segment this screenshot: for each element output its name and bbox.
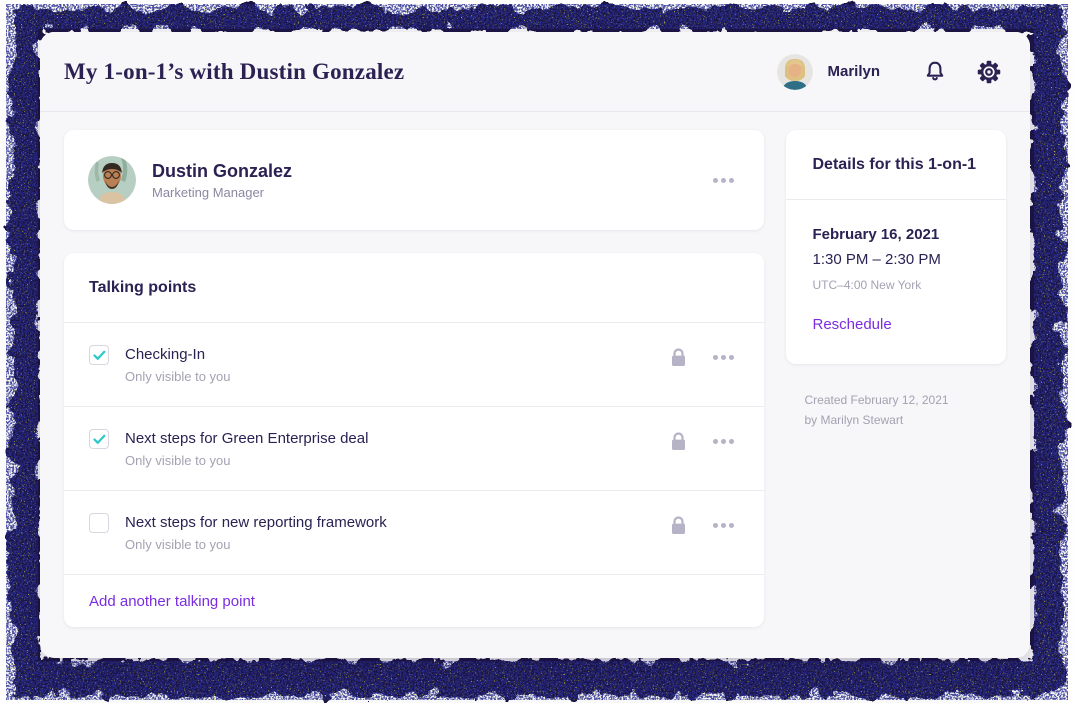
talking-point-label: Next steps for new reporting framework	[125, 513, 387, 533]
talking-point-visibility: Only visible to you	[125, 369, 231, 384]
talking-point-row: Next steps for Green Enterprise deal Onl…	[64, 407, 764, 491]
participant-avatar	[88, 156, 136, 204]
details-body: February 16, 2021 1:30 PM – 2:30 PM UTC–…	[786, 200, 1006, 364]
talking-point-actions	[668, 429, 740, 454]
talking-point-label: Next steps for Green Enterprise deal	[125, 429, 368, 449]
user-area: Marilyn	[777, 54, 1006, 90]
created-note: Created February 12, 2021 by Marilyn Ste…	[804, 390, 1006, 430]
top-bar: My 1-on-1’s with Dustin Gonzalez	[40, 32, 1030, 112]
privacy-lock-button[interactable]	[668, 429, 689, 454]
talking-point-texts: Checking-In Only visible to you	[125, 345, 231, 384]
talking-point-more-button[interactable]	[707, 349, 740, 366]
talking-point-label: Checking-In	[125, 345, 231, 365]
talking-points-header: Talking points	[64, 253, 764, 323]
user-name: Marilyn	[827, 63, 880, 80]
meeting-timezone: UTC–4:00 New York	[812, 278, 980, 292]
participant-name: Dustin Gonzalez	[152, 161, 292, 182]
talking-point-more-button[interactable]	[707, 433, 740, 450]
details-sidebar: Details for this 1-on-1 February 16, 202…	[786, 130, 1006, 627]
meeting-time: 1:30 PM – 2:30 PM	[812, 251, 980, 268]
reschedule-link[interactable]: Reschedule	[812, 316, 891, 333]
settings-button[interactable]	[972, 55, 1006, 89]
talking-point-texts: Next steps for new reporting framework O…	[125, 513, 387, 552]
talking-point-row: Next steps for new reporting framework O…	[64, 491, 764, 575]
talking-point-checkbox[interactable]	[89, 513, 109, 533]
talking-point-checkbox[interactable]	[89, 345, 109, 365]
details-header: Details for this 1-on-1	[786, 130, 1006, 200]
gear-icon	[976, 59, 1002, 85]
talking-point-row: Checking-In Only visible to you	[64, 323, 764, 407]
main-column: Dustin Gonzalez Marketing Manager Talkin…	[64, 130, 764, 627]
talking-point-texts: Next steps for Green Enterprise deal Onl…	[125, 429, 368, 468]
lock-icon	[670, 515, 687, 536]
talking-points-title: Talking points	[89, 279, 196, 297]
notifications-button[interactable]	[918, 55, 952, 89]
user-menu[interactable]: Marilyn	[777, 54, 880, 90]
talking-point-visibility: Only visible to you	[125, 537, 387, 552]
add-talking-point-link[interactable]: Add another talking point	[89, 593, 255, 610]
add-talking-point-row: Add another talking point	[64, 575, 764, 627]
talking-point-actions	[668, 513, 740, 538]
page: My 1-on-1’s with Dustin Gonzalez	[0, 0, 1074, 703]
talking-point-actions	[668, 345, 740, 370]
talking-point-checkbox[interactable]	[89, 429, 109, 449]
app-window: My 1-on-1’s with Dustin Gonzalez	[40, 32, 1030, 658]
content-area: Dustin Gonzalez Marketing Manager Talkin…	[40, 112, 1030, 627]
details-card: Details for this 1-on-1 February 16, 202…	[786, 130, 1006, 364]
privacy-lock-button[interactable]	[668, 513, 689, 538]
participant-role: Marketing Manager	[152, 185, 292, 200]
created-date-line: Created February 12, 2021	[804, 390, 1006, 410]
talking-point-visibility: Only visible to you	[125, 453, 368, 468]
created-by-line: by Marilyn Stewart	[804, 410, 1006, 430]
lock-icon	[670, 347, 687, 368]
participant-more-button[interactable]	[707, 172, 740, 189]
meeting-date: February 16, 2021	[812, 226, 980, 243]
bell-icon	[922, 59, 948, 85]
talking-points-card: Talking points Checking-In Only visible …	[64, 253, 764, 627]
privacy-lock-button[interactable]	[668, 345, 689, 370]
participant-card: Dustin Gonzalez Marketing Manager	[64, 130, 764, 230]
talking-point-more-button[interactable]	[707, 517, 740, 534]
user-avatar[interactable]	[777, 54, 813, 90]
page-title: My 1-on-1’s with Dustin Gonzalez	[64, 59, 404, 85]
lock-icon	[670, 431, 687, 452]
participant-meta: Dustin Gonzalez Marketing Manager	[152, 161, 292, 200]
details-title: Details for this 1-on-1	[812, 156, 976, 174]
